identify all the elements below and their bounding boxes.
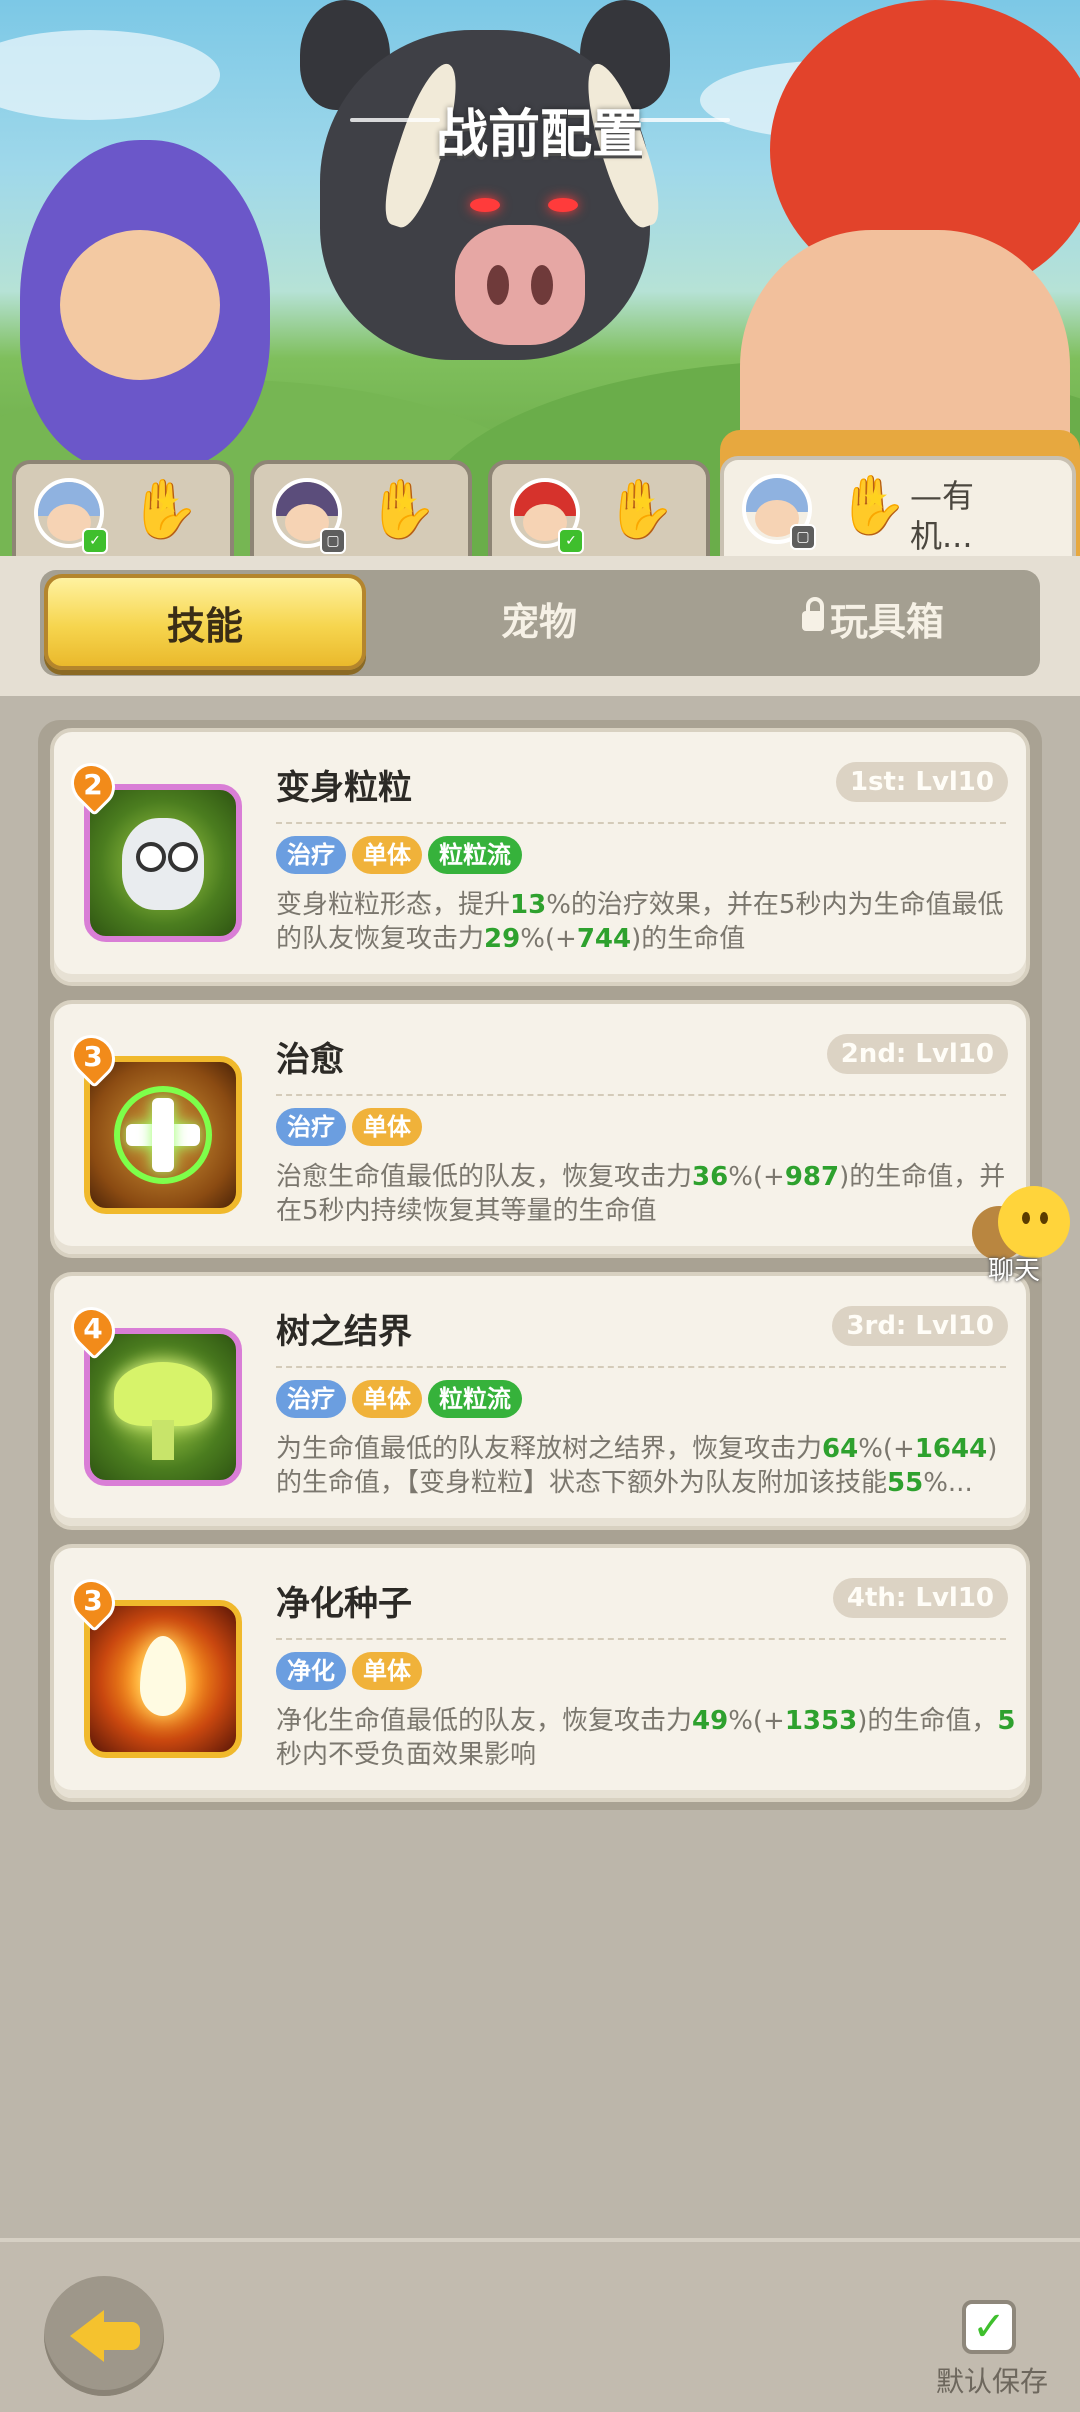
- chat-bubble-icon: [998, 1186, 1070, 1258]
- heal-cross-icon: [152, 1098, 174, 1172]
- status-badge-icon: ✓: [82, 528, 108, 554]
- skill-card[interactable]: 3 治愈 2nd: Lvl10 治疗 单体 治愈生命值最低的队友，恢复攻击力36%…: [50, 1000, 1030, 1258]
- skill-level-pill: 1st: Lvl10: [835, 762, 1008, 802]
- lock-icon: [801, 596, 824, 631]
- skill-tags: 净化 单体: [276, 1652, 428, 1690]
- tag: 治疗: [276, 1108, 346, 1146]
- tree-icon: [114, 1362, 212, 1426]
- nostril: [487, 265, 509, 305]
- boar-eye: [470, 198, 500, 212]
- flame-icon: [140, 1636, 186, 1716]
- hero-tab-4[interactable]: ▢ ✋ ★ —有机...: [720, 456, 1076, 562]
- status-badge-icon: ▢: [320, 528, 346, 554]
- tap-hand-icon: ✋ ★: [128, 474, 200, 544]
- skill-card[interactable]: 3 净化种子 4th: Lvl10 净化 单体 净化生命值最低的队友，恢复攻击力4…: [50, 1544, 1030, 1802]
- hero-tab-2[interactable]: ▢ ✋ ★: [250, 460, 472, 560]
- star-icon: ★: [862, 481, 889, 516]
- hero-tab-name: —有机...: [910, 477, 975, 555]
- skill-description: 为生命值最低的队友释放树之结界，恢复攻击力64%(+1644)的生命值，【变身粒…: [276, 1434, 998, 1498]
- status-badge-icon: ✓: [558, 528, 584, 554]
- tag: 粒粒流: [428, 1380, 522, 1418]
- tag: 治疗: [276, 836, 346, 874]
- hero-character-left-face: [60, 230, 220, 380]
- chat-eye: [1022, 1212, 1030, 1224]
- skill-icon-tree: [84, 1328, 242, 1486]
- tap-hand-icon: ✋ ★: [836, 470, 908, 540]
- tap-hand-icon: ✋ ★: [366, 474, 438, 544]
- skill-icon-owl: [84, 784, 242, 942]
- skill-name: 治愈: [276, 1040, 344, 1080]
- owl-eye: [168, 842, 198, 872]
- divider: [276, 822, 1006, 824]
- skill-card[interactable]: 4 树之结界 3rd: Lvl10 治疗 单体 粒粒流 为生命值最低的队友释放树之结…: [50, 1272, 1030, 1530]
- owl-eye: [136, 842, 166, 872]
- skill-level-pill: 3rd: Lvl10: [832, 1306, 1008, 1346]
- tab-pets-label: 宠物: [500, 600, 577, 644]
- skill-tags: 治疗 单体 粒粒流: [276, 836, 528, 874]
- skill-description: 治愈生命值最低的队友，恢复攻击力36%(+987)的生命值，并在5秒内持续恢复其…: [276, 1162, 1006, 1226]
- skill-level-pill: 4th: Lvl10: [832, 1578, 1008, 1618]
- tag: 单体: [352, 1652, 422, 1690]
- tree-trunk: [152, 1420, 174, 1460]
- divider: [276, 1366, 1006, 1368]
- back-button[interactable]: [44, 2276, 164, 2396]
- tag: 单体: [352, 1108, 422, 1146]
- arrow-left-icon-tail: [100, 2322, 140, 2350]
- nostril: [531, 265, 553, 305]
- star-icon: ★: [392, 485, 419, 520]
- divider: [276, 1638, 1006, 1640]
- star-icon: ★: [630, 485, 657, 520]
- page-title: 战前配置: [435, 105, 644, 165]
- skill-name: 净化种子: [276, 1584, 412, 1624]
- divider: [276, 1094, 1006, 1096]
- hero-tab-1[interactable]: ✓ ✋ ★: [12, 460, 234, 560]
- tag: 粒粒流: [428, 836, 522, 874]
- skill-card[interactable]: 2 变身粒粒 1st: Lvl10 治疗 单体 粒粒流 变身粒粒形态，提升13%的治…: [50, 728, 1030, 986]
- tab-toybox[interactable]: 玩具箱: [712, 574, 1034, 670]
- arrow-left-icon: [70, 2310, 104, 2362]
- tag: 治疗: [276, 1380, 346, 1418]
- segmented-control: 技能 宠物 玩具箱: [40, 570, 1040, 676]
- skill-icon-seed: [84, 1600, 242, 1758]
- boar-snout: [455, 225, 585, 345]
- skill-tags: 治疗 单体 粒粒流: [276, 1380, 528, 1418]
- skill-description: 净化生命值最低的队友，恢复攻击力49%(+1353)的生命值，5秒内不受负面效果…: [276, 1706, 1016, 1770]
- default-save-label[interactable]: 默认保存: [936, 2360, 1048, 2400]
- chat-label[interactable]: 聊天: [988, 1250, 1040, 1287]
- skill-name: 变身粒粒: [276, 768, 412, 808]
- owl-icon: [122, 818, 204, 910]
- skill-name: 树之结界: [276, 1312, 412, 1352]
- chat-eye: [1040, 1212, 1048, 1224]
- tab-skills-label: 技能: [166, 604, 243, 648]
- hero-tab-3[interactable]: ✓ ✋ ★: [488, 460, 710, 560]
- boar-eye: [548, 198, 578, 212]
- tag: 单体: [352, 836, 422, 874]
- tag: 净化: [276, 1652, 346, 1690]
- tab-skills[interactable]: 技能: [44, 574, 366, 670]
- tag: 单体: [352, 1380, 422, 1418]
- skill-icon-heal: [84, 1056, 242, 1214]
- tab-toybox-label: 玩具箱: [829, 600, 944, 644]
- skill-level-pill: 2nd: Lvl10: [826, 1034, 1008, 1074]
- status-badge-icon: ▢: [790, 524, 816, 550]
- star-icon: ★: [154, 485, 181, 520]
- skill-description: 变身粒粒形态，提升13%的治疗效果，并在5秒内为生命值最低的队友恢复攻击力29%…: [276, 890, 1004, 954]
- tap-hand-icon: ✋ ★: [604, 474, 676, 544]
- skill-tags: 治疗 单体: [276, 1108, 428, 1146]
- checkbox-checked-icon[interactable]: ✓: [962, 2300, 1016, 2354]
- tab-pets[interactable]: 宠物: [378, 574, 700, 670]
